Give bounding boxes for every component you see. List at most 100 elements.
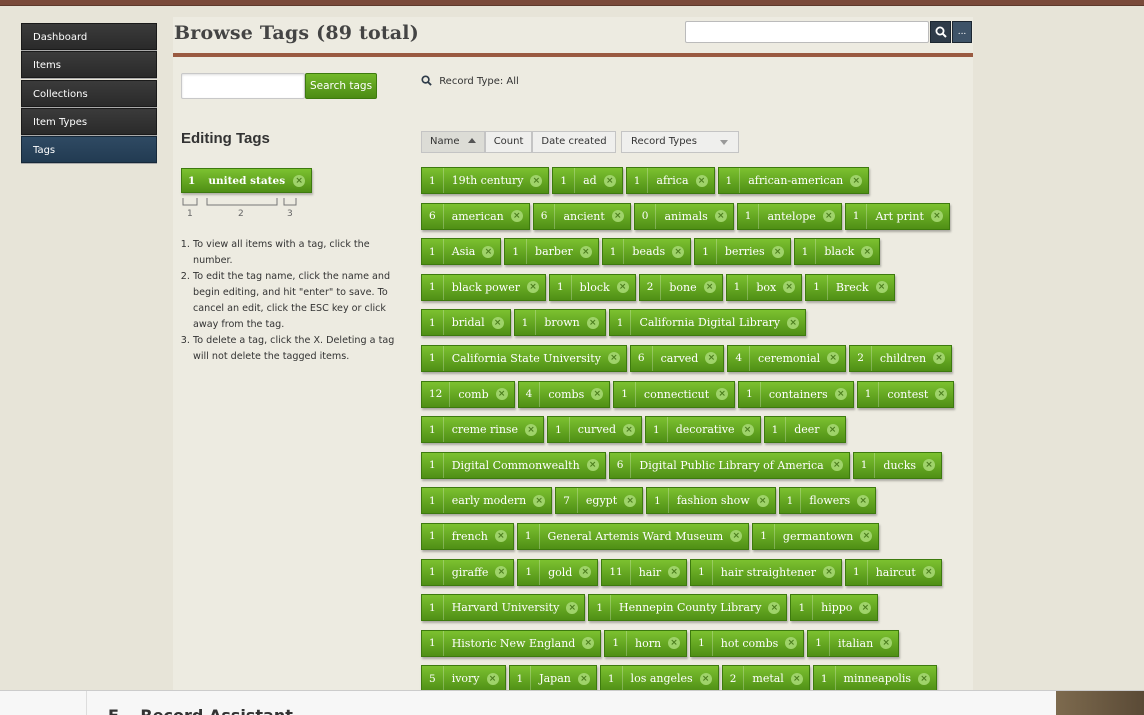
tag-count-link[interactable]: 1 xyxy=(422,488,444,514)
delete-tag-icon[interactable]: × xyxy=(510,210,523,223)
tag-count-link[interactable]: 1 xyxy=(422,630,444,656)
delete-tag-icon[interactable]: × xyxy=(607,352,620,365)
tag-count-link[interactable]: 5 xyxy=(422,666,444,692)
tag-count-link[interactable]: 1 xyxy=(422,595,444,621)
tag-count-link[interactable]: 1 xyxy=(550,274,572,300)
delete-tag-icon[interactable]: × xyxy=(482,245,495,258)
tag-name[interactable]: black xyxy=(816,245,861,258)
sort-name-button[interactable]: Name xyxy=(421,131,485,153)
tag-count-link[interactable]: 1 xyxy=(422,523,444,549)
delete-tag-icon[interactable]: × xyxy=(859,601,872,614)
tag-name[interactable]: containers xyxy=(761,388,835,401)
tag-name[interactable]: italian xyxy=(830,637,880,650)
delete-tag-icon[interactable]: × xyxy=(623,423,636,436)
tag-count-link[interactable]: 1 xyxy=(806,274,828,300)
delete-tag-icon[interactable]: × xyxy=(741,423,754,436)
tag-name[interactable]: fashion show xyxy=(669,494,757,507)
tag-count-link[interactable]: 1 xyxy=(422,417,444,443)
delete-tag-icon[interactable]: × xyxy=(668,637,681,650)
tag-count-link[interactable]: 11 xyxy=(602,559,631,585)
sidebar-item-item-types[interactable]: Item Types xyxy=(21,107,157,135)
tag-name[interactable]: deer xyxy=(786,423,826,436)
delete-tag-icon[interactable]: × xyxy=(880,637,893,650)
tag-name[interactable]: carved xyxy=(653,352,706,365)
tag-count-link[interactable]: 1 xyxy=(589,595,612,621)
delete-tag-icon[interactable]: × xyxy=(616,281,629,294)
tag-name[interactable]: ceremonial xyxy=(750,352,827,365)
delete-tag-icon[interactable]: × xyxy=(730,530,743,543)
delete-tag-icon[interactable]: × xyxy=(922,566,935,579)
record-types-select[interactable]: Record Types xyxy=(621,131,739,153)
delete-tag-icon[interactable]: × xyxy=(935,388,948,401)
tag-count-link[interactable]: 1 xyxy=(846,559,868,585)
tag-name[interactable]: California Digital Library xyxy=(631,316,787,329)
tag-name[interactable]: Asia xyxy=(444,245,483,258)
tag-count-link[interactable]: 1 xyxy=(605,630,628,656)
tag-name[interactable]: California State University xyxy=(444,352,608,365)
tag-name[interactable]: 19th century xyxy=(444,174,531,187)
tag-name[interactable]: General Artemis Ward Museum xyxy=(540,530,731,543)
tag-name[interactable]: decorative xyxy=(668,423,742,436)
tag-count-link[interactable]: 1 xyxy=(422,239,444,265)
tag-name[interactable]: Hennepin County Library xyxy=(611,601,768,614)
delete-tag-icon[interactable]: × xyxy=(822,210,835,223)
sidebar-item-tags[interactable]: Tags xyxy=(21,136,157,164)
delete-tag-icon[interactable]: × xyxy=(918,672,931,685)
delete-tag-icon[interactable]: × xyxy=(566,601,579,614)
tag-name[interactable]: egypt xyxy=(578,494,624,507)
tag-name[interactable]: Harvard University xyxy=(444,601,567,614)
tag-count-link[interactable]: 1 xyxy=(858,381,880,407)
tag-count-link[interactable]: 1 xyxy=(422,452,444,478)
tag-search-input[interactable] xyxy=(181,73,305,99)
delete-tag-icon[interactable]: × xyxy=(577,672,590,685)
tag-count-link[interactable]: 1 xyxy=(795,239,817,265)
delete-tag-icon[interactable]: × xyxy=(624,494,637,507)
record-type-filter[interactable]: Record Type: All xyxy=(421,75,519,87)
tag-count-link[interactable]: 1 xyxy=(691,559,713,585)
delete-tag-icon[interactable]: × xyxy=(933,352,946,365)
tag-count-link[interactable]: 1 xyxy=(719,168,741,193)
tag-name[interactable]: african-american xyxy=(740,174,850,187)
delete-tag-icon[interactable]: × xyxy=(611,210,624,223)
delete-tag-icon[interactable]: × xyxy=(699,672,712,685)
tag-count-link[interactable]: 7 xyxy=(556,488,578,514)
tag-count-link[interactable]: 1 xyxy=(753,523,775,549)
tag-name[interactable]: animals xyxy=(656,210,714,223)
tag-name[interactable]: minneapolis xyxy=(836,672,919,685)
tag-name[interactable]: africa xyxy=(648,174,695,187)
tag-count-link[interactable]: 6 xyxy=(631,345,653,371)
tag-count-link[interactable]: 6 xyxy=(534,203,556,229)
tag-name[interactable]: contest xyxy=(879,388,935,401)
tag-name[interactable]: hair xyxy=(631,566,668,579)
tag-count-link[interactable]: 1 xyxy=(791,595,814,621)
delete-tag-icon[interactable]: × xyxy=(695,174,708,187)
tag-count-link[interactable]: 6 xyxy=(422,203,444,229)
sidebar-item-collections[interactable]: Collections xyxy=(21,79,157,107)
sidebar-item-items[interactable]: Items xyxy=(21,51,157,79)
tag-name[interactable]: connecticut xyxy=(636,388,716,401)
tag-name[interactable]: creme rinse xyxy=(444,423,525,436)
tag-name[interactable]: Historic New England xyxy=(444,637,583,650)
tag-name[interactable]: combs xyxy=(540,388,591,401)
tag-name[interactable]: metal xyxy=(744,672,790,685)
tag-count-link[interactable]: 2 xyxy=(850,345,872,371)
tag-count-link[interactable]: 1 xyxy=(601,666,623,692)
delete-tag-icon[interactable]: × xyxy=(586,316,599,329)
advanced-search-button[interactable]: ... xyxy=(952,21,972,43)
delete-tag-icon[interactable]: × xyxy=(785,637,798,650)
delete-tag-icon[interactable]: × xyxy=(923,459,936,472)
delete-tag-icon[interactable]: × xyxy=(861,245,874,258)
tag-name[interactable]: ducks xyxy=(875,459,923,472)
tag-name[interactable]: hot combs xyxy=(713,637,786,650)
delete-tag-icon[interactable]: × xyxy=(827,352,840,365)
tag-count-link[interactable]: 1 xyxy=(422,310,444,336)
delete-tag-icon[interactable]: × xyxy=(830,459,843,472)
tag-count-link[interactable]: 1 xyxy=(814,666,836,692)
delete-tag-icon[interactable]: × xyxy=(495,388,508,401)
tag-name[interactable]: horn xyxy=(627,637,668,650)
tag-count-link[interactable]: 1 xyxy=(695,239,717,265)
global-search-input[interactable] xyxy=(685,21,929,43)
tag-count-link[interactable]: 1 xyxy=(646,417,668,443)
tag-name[interactable]: berries xyxy=(717,245,772,258)
tag-count-link[interactable]: 1 xyxy=(515,310,537,336)
